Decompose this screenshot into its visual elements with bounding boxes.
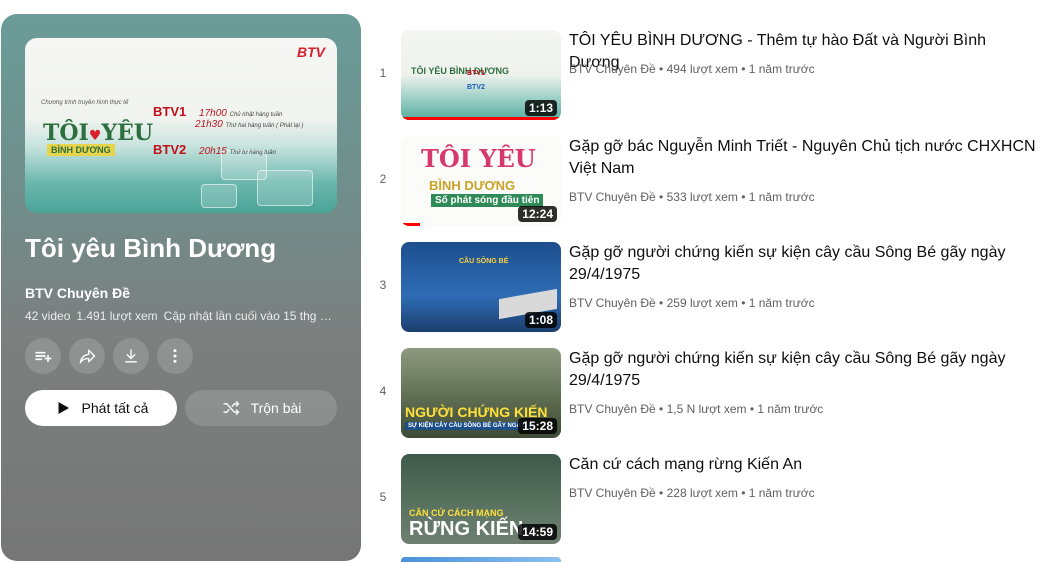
video-index: 3: [379, 278, 387, 292]
video-age: 1 năm trước: [748, 190, 815, 204]
download-button[interactable]: [113, 338, 149, 374]
video-title[interactable]: Gặp gỡ người chứng kiến sự kiện cây cầu …: [569, 242, 1039, 286]
hero-schedule-btv2: BTV2 20h15 Thứ tư hàng tuần: [153, 142, 276, 157]
video-duration: 1:13: [524, 100, 557, 116]
playlist-video-item[interactable]: 4 NGƯỜI CHỨNG KIẾN SỰ KIỆN CÂY CẦU SÔNG …: [370, 348, 1054, 442]
decor-square: [201, 184, 237, 208]
thumbnail-text-2: BÌNH DƯƠNG: [429, 178, 516, 193]
video-thumbnail[interactable]: NGƯỜI CHỨNG KIẾN SỰ KIỆN CÂY CẦU SÔNG BÉ…: [401, 348, 561, 438]
video-thumbnail[interactable]: TÔI YÊU BÌNH DƯƠNG BTV1 BTV2 1:13: [401, 30, 561, 120]
share-icon: [79, 349, 96, 364]
video-channel[interactable]: BTV Chuyên Đề: [569, 486, 656, 500]
next-video-thumbnail-peek[interactable]: [401, 557, 561, 562]
btv-logo: BTV: [297, 44, 325, 60]
thumbnail-text: TÔI YÊU BÌNH DƯƠNG: [411, 66, 509, 76]
video-views: 259 lượt xem: [666, 296, 738, 310]
video-duration: 12:24: [518, 206, 557, 222]
thumbnail-btv2: BTV2: [467, 84, 485, 91]
video-channel[interactable]: BTV Chuyên Đề: [569, 190, 656, 204]
playlist-title: Tôi yêu Bình Dương: [25, 233, 277, 263]
hero-schedule-btv1: BTV1 17h00 Chủ nhật hàng tuần 21h30 Thứ …: [153, 104, 304, 130]
video-age: 1 năm trước: [757, 402, 824, 416]
watch-progress-bar: [401, 223, 421, 226]
video-index: 4: [379, 384, 387, 398]
video-duration: 14:59: [518, 524, 557, 540]
video-views: 533 lượt xem: [666, 190, 738, 204]
video-thumbnail[interactable]: TÔI YÊU BÌNH DƯƠNG Số phát sóng đầu tiên…: [401, 136, 561, 226]
playlist-header-panel: BTV Chương trình truyền hình thực tế TÔI…: [1, 14, 361, 561]
video-title[interactable]: Gặp gỡ người chứng kiến sự kiện cây cầu …: [569, 348, 1039, 392]
playlist-stats: 42 video 1.491 lượt xem Cập nhật lần cuối …: [25, 309, 337, 323]
playlist-video-item[interactable]: 2 TÔI YÊU BÌNH DƯƠNG Số phát sóng đầu ti…: [370, 136, 1054, 230]
play-all-label: Phát tất cả: [81, 400, 149, 416]
hero-logo-line2: BÌNH DƯƠNG: [47, 144, 115, 156]
watch-progress-bar: [401, 117, 561, 120]
video-views: 228 lượt xem: [666, 486, 738, 500]
share-button[interactable]: [69, 338, 105, 374]
playlist-owner-link[interactable]: BTV Chuyên Đề: [25, 285, 130, 301]
thumbnail-text: CĂN CỨ CÁCH MẠNG: [409, 508, 504, 518]
shuffle-icon: [223, 400, 240, 416]
playlist-add-icon: [35, 351, 52, 362]
play-icon: [58, 402, 69, 414]
video-title[interactable]: Căn cứ cách mạng rừng Kiến An: [569, 454, 1039, 476]
video-channel[interactable]: BTV Chuyên Đề: [569, 62, 656, 76]
play-all-button[interactable]: Phát tất cả: [25, 390, 177, 426]
video-index: 2: [379, 172, 387, 186]
video-count: 42 video: [25, 309, 71, 323]
hero-logo-line1: TÔI♥YÊU: [43, 120, 154, 146]
shuffle-button[interactable]: Trộn bài: [185, 390, 337, 426]
hero-intro-text: Chương trình truyền hình thực tế: [41, 100, 129, 106]
video-meta: BTV Chuyên Đề • 533 lượt xem • 1 năm trư…: [569, 190, 815, 204]
thumbnail-text: TÔI YÊU: [421, 144, 536, 173]
video-meta: BTV Chuyên Đề • 259 lượt xem • 1 năm trư…: [569, 296, 815, 310]
more-vert-icon: [173, 349, 177, 363]
video-channel[interactable]: BTV Chuyên Đề: [569, 296, 656, 310]
thumbnail-text: CẦU SÔNG BÉ: [459, 258, 509, 265]
shuffle-label: Trộn bài: [250, 400, 302, 416]
video-views: 1,5 N lượt xem: [666, 402, 747, 416]
playlist-video-item[interactable]: 5 CĂN CỨ CÁCH MẠNG RỪNG KIẾN 14:59 Căn c…: [370, 454, 1054, 548]
video-index: 1: [379, 66, 387, 80]
video-age: 1 năm trước: [748, 62, 815, 76]
thumbnail-text-2: RỪNG KIẾN: [409, 518, 524, 540]
video-views: 494 lượt xem: [666, 62, 738, 76]
thumbnail-text-2: SỰ KIỆN CÂY CẦU SÔNG BÉ GÃY NGÀY...: [405, 422, 533, 430]
last-updated: Cập nhật lần cuối vào 15 thg 1…: [163, 309, 337, 323]
video-thumbnail[interactable]: CẦU SÔNG BÉ 1:08: [401, 242, 561, 332]
video-age: 1 năm trước: [748, 296, 815, 310]
video-duration: 1:08: [524, 312, 557, 328]
video-age: 1 năm trước: [748, 486, 815, 500]
video-meta: BTV Chuyên Đề • 1,5 N lượt xem • 1 năm t…: [569, 402, 824, 416]
save-to-library-button[interactable]: [25, 338, 61, 374]
playlist-hero-thumbnail[interactable]: BTV Chương trình truyền hình thực tế TÔI…: [25, 38, 337, 213]
thumbnail-btv1: BTV1: [467, 70, 485, 77]
decor-square: [257, 170, 313, 206]
video-thumbnail[interactable]: CĂN CỨ CÁCH MẠNG RỪNG KIẾN 14:59: [401, 454, 561, 544]
video-meta: BTV Chuyên Đề • 228 lượt xem • 1 năm trư…: [569, 486, 815, 500]
video-channel[interactable]: BTV Chuyên Đề: [569, 402, 656, 416]
video-meta: BTV Chuyên Đề • 494 lượt xem • 1 năm trư…: [569, 62, 815, 76]
download-icon: [125, 349, 137, 363]
playlist-video-item[interactable]: 1 TÔI YÊU BÌNH DƯƠNG BTV1 BTV2 1:13 TÔI …: [370, 30, 1054, 124]
video-duration: 15:28: [518, 418, 557, 434]
more-actions-button[interactable]: [157, 338, 193, 374]
video-index: 5: [379, 490, 387, 504]
video-title[interactable]: Gặp gỡ bác Nguyễn Minh Triết - Nguyên Ch…: [569, 136, 1039, 180]
playlist-views: 1.491 lượt xem: [76, 309, 158, 323]
playlist-video-item[interactable]: 3 CẦU SÔNG BÉ 1:08 Gặp gỡ người chứng ki…: [370, 242, 1054, 336]
